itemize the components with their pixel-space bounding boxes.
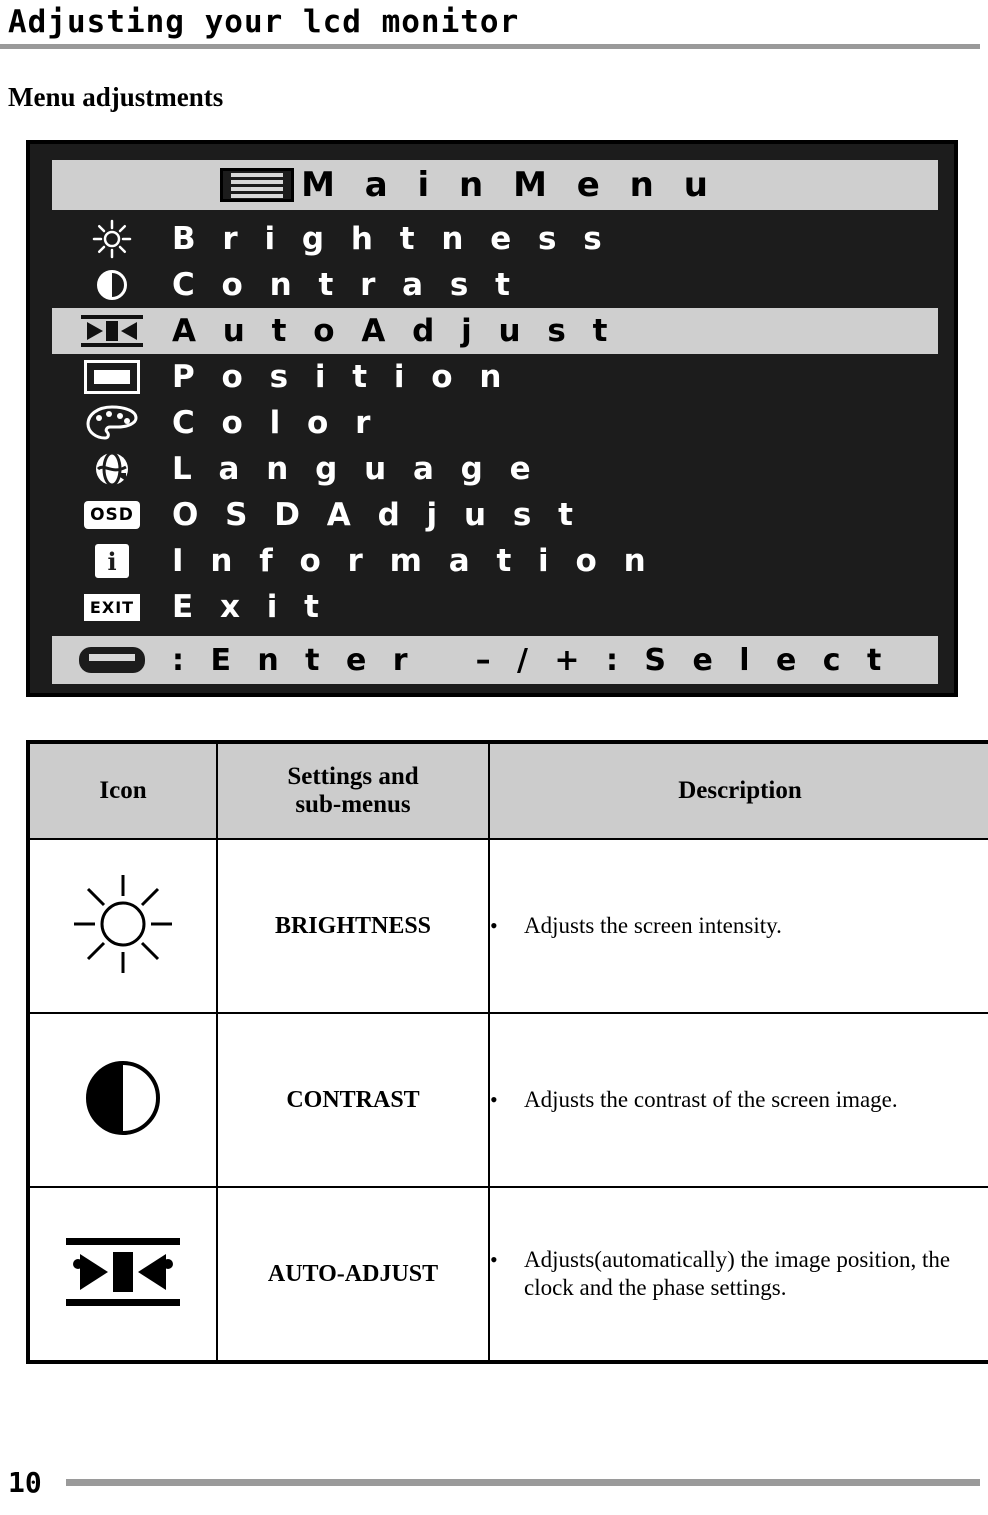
row-description-brightness: • Adjusts the screen intensity. <box>488 838 988 1014</box>
osd-item-label: E x i t <box>172 589 327 625</box>
osd-item-contrast[interactable]: C o n t r a s t <box>52 262 938 308</box>
osd-item-label: A u t o A d j u s t <box>172 313 616 349</box>
table-header-icon: Icon <box>27 741 218 840</box>
osd-titlebar: M a i n M e n u <box>52 160 938 210</box>
position-rectangle-icon <box>52 357 172 397</box>
osd-item-information[interactable]: i I n f o r m a t i o n <box>52 538 938 584</box>
page-title: Adjusting your lcd monitor <box>8 4 520 40</box>
osd-item-language[interactable]: L a n g u a g e <box>52 446 938 492</box>
osd-item-color[interactable]: C o l o r <box>52 400 938 446</box>
bullet-icon: • <box>490 912 498 938</box>
table-row: BRIGHTNESS • Adjusts the screen intensit… <box>27 838 988 1014</box>
language-globe-icon <box>52 449 172 489</box>
osd-item-auto-adjust[interactable]: A u t o A d j u s t <box>52 308 938 354</box>
color-palette-icon <box>52 403 172 443</box>
menu-lines-icon <box>220 168 294 202</box>
osd-item-label: L a n g u a g e <box>172 451 539 487</box>
osd-item-label: C o n t r a s t <box>172 267 518 303</box>
row-setting-auto-adjust: AUTO-ADJUST <box>216 1186 490 1363</box>
enter-key-icon <box>52 643 172 677</box>
page-header: Adjusting your lcd monitor <box>0 4 980 49</box>
footer-divider <box>65 1479 980 1486</box>
osd-main-menu-panel: M a i n M e n u B r i g h t n e s s C o … <box>26 140 958 697</box>
osd-item-osd-adjust[interactable]: OSD O S D A d j u s t <box>52 492 938 538</box>
table-header-description: Description <box>488 741 988 840</box>
osd-item-label: I n f o r m a t i o n <box>172 543 654 579</box>
contrast-half-circle-icon <box>86 1060 160 1135</box>
row-description-contrast: • Adjusts the contrast of the screen ima… <box>488 1012 988 1188</box>
bullet-text: Adjusts the screen intensity. <box>524 912 782 938</box>
exit-badge-icon: EXIT <box>52 587 172 627</box>
section-heading: Menu adjustments <box>8 82 224 112</box>
information-icon: i <box>52 541 172 581</box>
osd-item-label: P o s i t i o n <box>172 359 510 395</box>
osd-badge-icon: OSD <box>52 495 172 535</box>
row-description-auto-adjust: • Adjusts(automatically) the image posit… <box>488 1186 988 1363</box>
row-icon-brightness <box>27 838 218 1014</box>
menu-adjustments-table: Icon Settings and sub-menus Description <box>26 740 988 1364</box>
page-footer: 10 <box>8 1466 980 1499</box>
brightness-sun-icon <box>52 219 172 259</box>
bullet-icon: • <box>490 1086 498 1112</box>
osd-footer-bar: : E n t e r – / + : S e l e c t <box>52 636 938 684</box>
table-header-settings-line1: Settings and <box>287 763 419 790</box>
osd-item-exit[interactable]: EXIT E x i t <box>52 584 938 630</box>
osd-item-position[interactable]: P o s i t i o n <box>52 354 938 400</box>
table-header-settings-line2: sub-menus <box>295 791 411 818</box>
header-divider <box>0 44 980 49</box>
osd-title-text: M a i n M e n u <box>301 165 717 205</box>
contrast-half-circle-icon <box>52 265 172 305</box>
auto-adjust-icon <box>52 311 172 351</box>
table-row: AUTO-ADJUST • Adjusts(automatically) the… <box>27 1186 988 1363</box>
osd-item-label: B r i g h t n e s s <box>172 221 610 257</box>
table-header-settings: Settings and sub-menus <box>216 741 490 840</box>
osd-item-label: C o l o r <box>172 405 379 441</box>
osd-menu-list: B r i g h t n e s s C o n t r a s t A u … <box>52 216 950 630</box>
page-number: 10 <box>8 1466 42 1499</box>
osd-item-brightness[interactable]: B r i g h t n e s s <box>52 216 938 262</box>
bullet-text: Adjusts the contrast of the screen image… <box>524 1086 898 1112</box>
row-icon-contrast <box>27 1012 218 1188</box>
osd-footer-enter-label: : E n t e r <box>172 642 416 678</box>
row-icon-auto-adjust <box>27 1186 218 1363</box>
row-setting-contrast: CONTRAST <box>216 1012 490 1188</box>
table-row: CONTRAST • Adjusts the contrast of the s… <box>27 1012 988 1188</box>
row-setting-brightness: BRIGHTNESS <box>216 838 490 1014</box>
osd-item-label: O S D A d j u s t <box>172 497 581 533</box>
bullet-icon: • <box>490 1246 498 1272</box>
osd-footer-select-label: – / + : S e l e c t <box>475 642 890 678</box>
table-header-row: Icon Settings and sub-menus Description <box>27 741 988 840</box>
bullet-text: Adjusts(automatically) the image positio… <box>524 1246 951 1300</box>
